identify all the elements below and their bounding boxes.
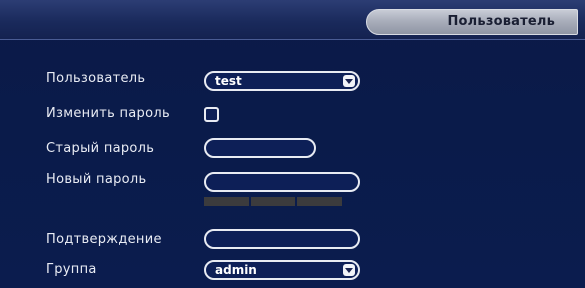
tab-user[interactable]: Пользователь — [366, 9, 578, 35]
change-password-label: Изменить пароль — [46, 106, 170, 121]
confirm-password-label: Подтверждение — [46, 232, 162, 247]
group-select[interactable]: admin — [204, 260, 360, 280]
group-select-value: admin — [215, 263, 257, 277]
user-select[interactable]: test — [204, 71, 360, 91]
user-select-value: test — [215, 74, 242, 88]
old-password-label: Старый пароль — [46, 141, 155, 156]
new-password-label: Новый пароль — [46, 172, 147, 187]
top-bar: Пользователь — [0, 0, 585, 40]
old-password-field[interactable] — [204, 138, 316, 158]
user-label: Пользователь — [46, 71, 146, 86]
user-settings-screen: Пользователь Пользователь test Изменить … — [0, 0, 585, 288]
password-strength-segment-3 — [297, 197, 342, 206]
change-password-checkbox[interactable] — [204, 107, 219, 122]
tab-user-label: Пользователь — [447, 14, 555, 29]
password-strength-segment-2 — [251, 197, 295, 206]
group-label: Группа — [46, 262, 97, 277]
chevron-down-icon[interactable] — [343, 264, 355, 276]
password-strength-segment-1 — [204, 197, 249, 206]
chevron-down-icon[interactable] — [343, 75, 355, 87]
confirm-password-field[interactable] — [204, 229, 360, 249]
new-password-field[interactable] — [204, 172, 360, 192]
